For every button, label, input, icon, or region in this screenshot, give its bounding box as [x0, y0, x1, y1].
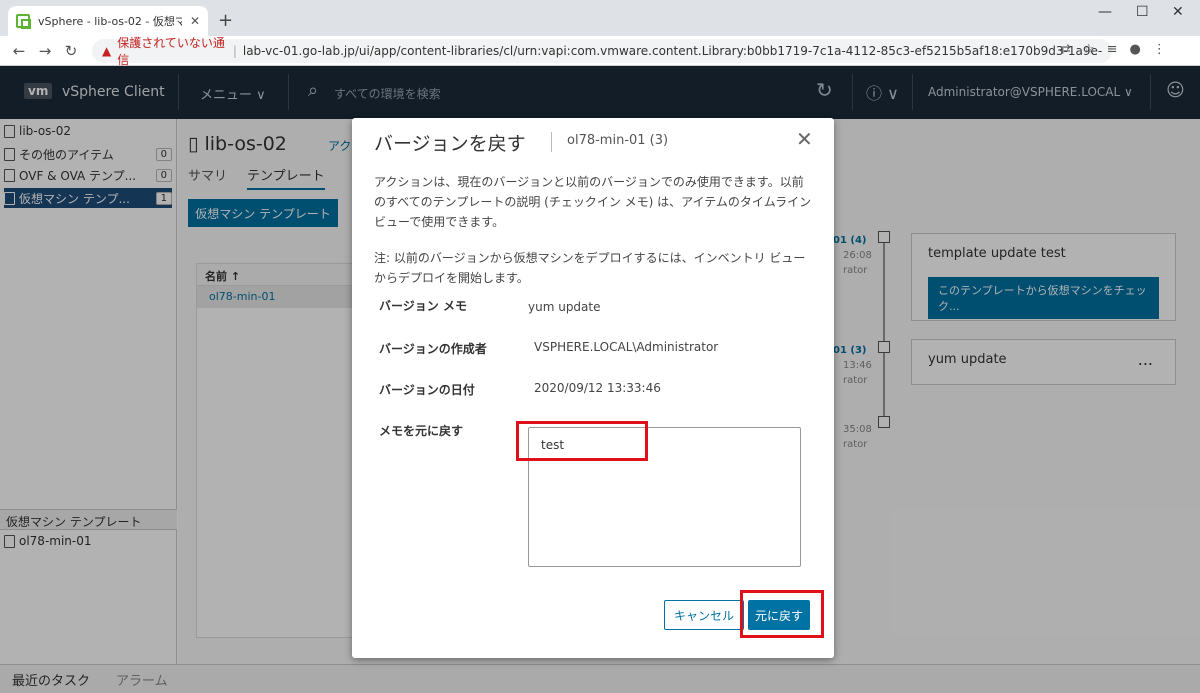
revert-version-dialog: バージョンを戻す ol78-min-01 (3) ✕ アクションは、現在のバージ…	[352, 118, 834, 658]
field-value-version-author: VSPHERE.LOCAL\Administrator	[534, 340, 719, 354]
insecure-label[interactable]: 保護されていない通信	[117, 34, 227, 68]
extension-icons: ⇄ ☆ ≡ ● ⋮	[1060, 42, 1166, 57]
field-value-version-date: 2020/09/12 13:33:46	[534, 381, 661, 395]
address-toolbar: ← → ↻ ▲ 保護されていない通信 | lab-vc-01.go-lab.jp…	[0, 36, 1200, 67]
tab-title: vSphere - lib-os-02 - 仮想マシン テ	[38, 15, 182, 28]
close-icon[interactable]: ✕	[796, 127, 813, 151]
bookmark-star-icon[interactable]: ☆	[1083, 42, 1095, 57]
browser-tab-bar: vSphere - lib-os-02 - 仮想マシン テ ✕ + — ☐ ✕	[0, 0, 1200, 36]
browser-menu-icon[interactable]: ⋮	[1153, 42, 1166, 57]
reading-list-icon[interactable]: ≡	[1107, 42, 1118, 57]
revert-memo-textarea[interactable]: test	[528, 427, 801, 567]
close-tab-icon[interactable]: ✕	[190, 14, 200, 28]
dialog-subtitle: ol78-min-01 (3)	[567, 133, 669, 148]
translate-icon[interactable]: ⇄	[1060, 42, 1071, 57]
field-value-version-memo: yum update	[528, 300, 601, 314]
warning-icon: ▲	[102, 44, 112, 58]
url-text[interactable]: lab-vc-01.go-lab.jp/ui/app/content-libra…	[243, 44, 1102, 58]
profile-avatar-icon[interactable]: ●	[1129, 42, 1140, 57]
cancel-button[interactable]: キャンセル	[664, 600, 744, 630]
dialog-description: アクションは、現在のバージョンと以前のバージョンでのみ使用できます。以前のすべて…	[374, 175, 812, 229]
browser-tab[interactable]: vSphere - lib-os-02 - 仮想マシン テ ✕	[8, 6, 208, 36]
dialog-note: 注: 以前のバージョンから仮想マシンをデプロイするには、インベントリ ビューから…	[374, 251, 806, 285]
window-close-icon[interactable]: ✕	[1172, 4, 1184, 20]
field-label-version-memo: バージョン メモ	[379, 299, 467, 313]
new-tab-button[interactable]: +	[218, 10, 233, 31]
reload-icon[interactable]: ↻	[58, 42, 84, 60]
field-label-version-author: バージョンの作成者	[379, 342, 487, 356]
revert-button[interactable]: 元に戻す	[748, 600, 810, 630]
title-divider	[551, 132, 552, 152]
dialog-title: バージョンを戻す	[374, 133, 526, 155]
url-bar[interactable]: ▲ 保護されていない通信 | lab-vc-01.go-lab.jp/ui/ap…	[92, 36, 1112, 67]
field-label-version-date: バージョンの日付	[379, 383, 475, 397]
field-label-revert-memo: メモを元に戻す	[379, 424, 464, 438]
back-icon[interactable]: ←	[6, 42, 32, 60]
forward-icon[interactable]: →	[32, 42, 58, 60]
url-separator: |	[232, 44, 237, 58]
minimize-icon[interactable]: —	[1098, 4, 1112, 20]
maximize-icon[interactable]: ☐	[1136, 4, 1149, 20]
vsphere-favicon-icon	[16, 14, 31, 29]
